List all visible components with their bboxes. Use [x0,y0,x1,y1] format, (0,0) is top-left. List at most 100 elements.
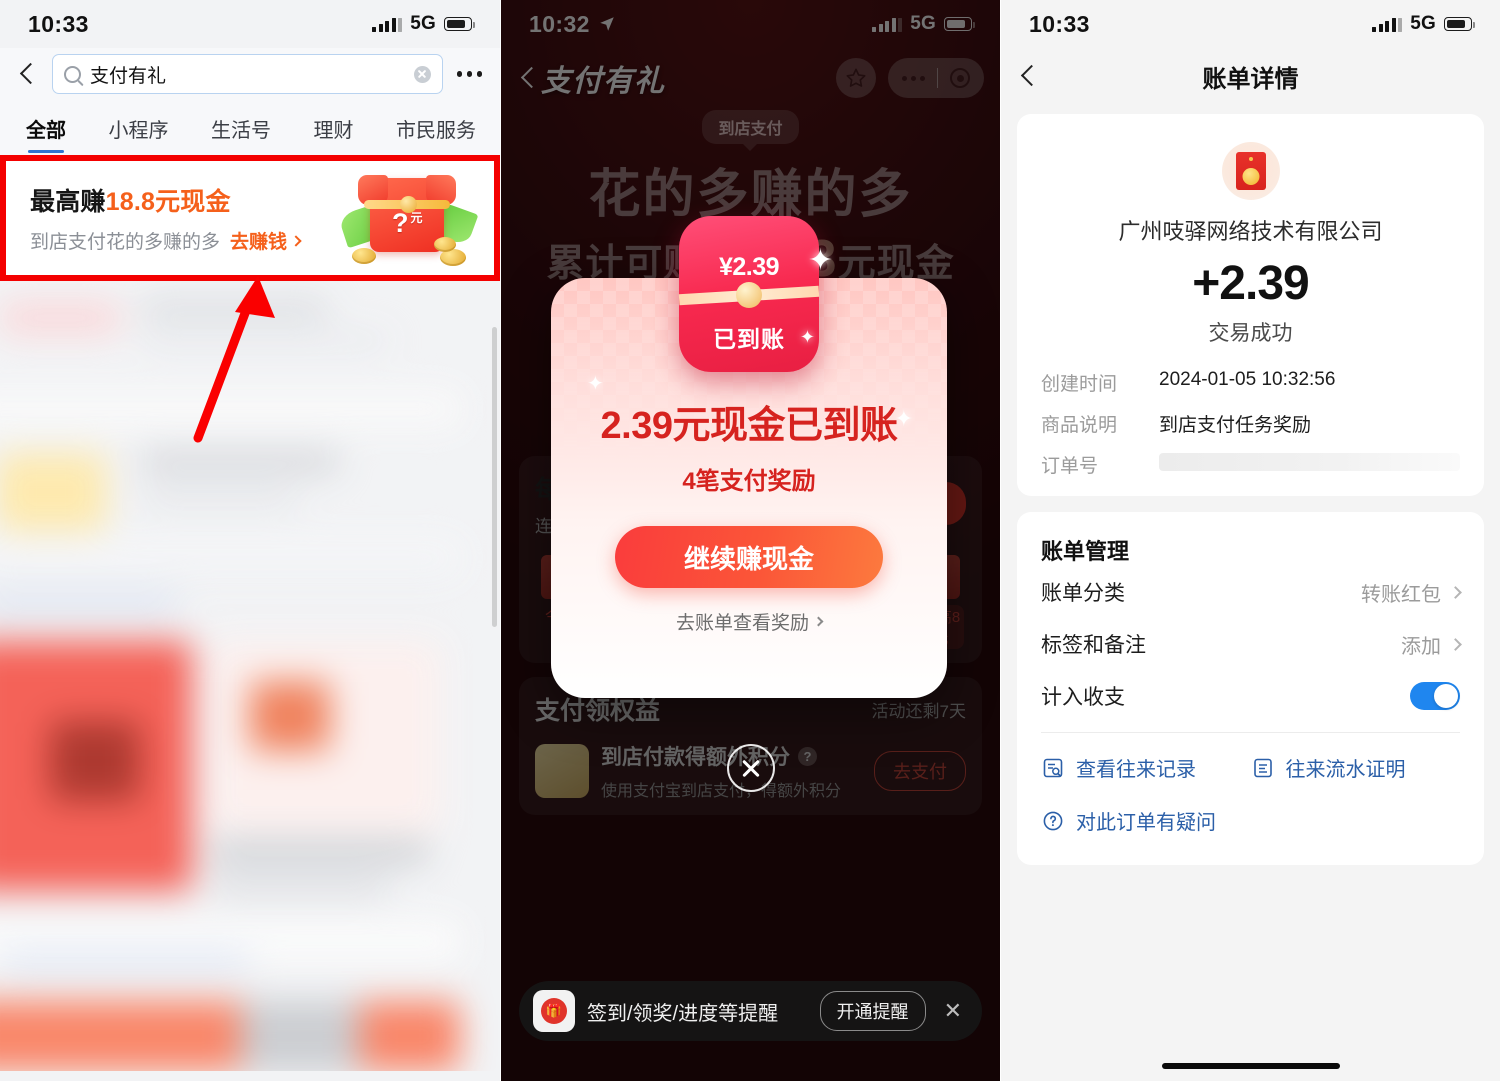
detail-row: 商品说明 到店支付任务奖励 [1041,410,1460,437]
row-bill-category[interactable]: 账单分类 转账红包 [1041,566,1462,618]
merchant-name: 广州吱驿网络技术有限公司 [1118,219,1383,244]
detail-row: 订单号 [1041,451,1460,478]
record-search-icon [1043,758,1063,777]
envelope-glyph [1235,152,1266,190]
promo-card-highlight: 最高赚18.8元现金 到店支付花的多赚的多 去赚钱 ? 元 [0,155,500,281]
panel-campaign-page: 10:32 5G 支付有礼 [500,0,1000,1081]
detail-key: 订单号 [1041,456,1099,477]
three-panel-screenshot: 10:33 5G 支付有礼 全部 小程序 生活号 理财 市民服务 最高赚18.8… [0,0,1500,1081]
detail-key: 创建时间 [1041,374,1118,395]
close-circle-icon[interactable] [726,744,775,792]
continue-earning-button[interactable]: 继续赚现金 [615,526,883,588]
status-bar: 10:33 5G [0,0,500,48]
modal-title: 2.39元现金已到账 [600,405,898,447]
home-indicator [1161,1063,1340,1069]
row-value-group: 转账红包 [1361,578,1462,607]
status-time: 10:33 [28,10,89,37]
scrollbar[interactable] [492,327,497,627]
search-input[interactable]: 支付有礼 [52,54,443,94]
blurred-content [0,281,500,1071]
close-icon[interactable]: ✕ [938,998,968,1024]
action-flow-certificate[interactable]: 往来流水证明 [1251,741,1461,794]
divider [1041,732,1460,733]
promo-card-subtitle-row: 到店支付花的多赚的多 去赚钱 [30,227,344,254]
red-envelope-icon: ? 元 [337,170,479,266]
toast-message: 签到/领奖/进度等提醒 [587,1002,779,1025]
panel-bill-detail: 10:33 5G 账单详情 广州吱驿网络技术有限公司 +2.39 交易成功 创建… [1000,0,1500,1081]
search-category-tabs: 全部 小程序 生活号 理财 市民服务 [0,104,500,155]
promo-card-text: 最高赚18.8元现金 到店支付花的多赚的多 去赚钱 [30,182,344,254]
merchant-avatar [1041,142,1460,200]
action-view-records[interactable]: 查看往来记录 [1041,741,1251,794]
row-value-group: 添加 [1401,630,1462,659]
network-label: 5G [1410,13,1436,34]
action-order-question[interactable]: 对此订单有疑问 [1041,794,1251,847]
page-title: 账单详情 [1202,65,1299,93]
badge-currency: ¥ [718,253,733,281]
detail-value: 到店支付任务奖励 [1159,415,1312,436]
promo-card-cta[interactable]: 去赚钱 [230,227,302,254]
row-tags-notes[interactable]: 标签和备注 添加 [1041,618,1462,670]
row-value-group [1410,682,1460,710]
detail-value-masked [1159,453,1460,471]
promo-card[interactable]: 最高赚18.8元现金 到店支付花的多赚的多 去赚钱 ? 元 [0,155,500,281]
reward-badge: ¥2.39 已到账 ✦ ✦ [678,216,833,372]
signal-icon [1372,17,1403,32]
bill-summary-card: 广州吱驿网络技术有限公司 +2.39 交易成功 创建时间 2024-01-05 … [1017,114,1484,496]
tab-civic-services[interactable]: 市民服务 [394,106,478,155]
search-bar-row: 支付有礼 [0,48,500,104]
detail-value: 2024-01-05 10:32:56 [1159,369,1336,390]
reward-modal: ¥2.39 已到账 ✦ ✦ ✦ ✦ 2.39元现金已到账 4笔支付奖励 继续赚现… [551,216,947,698]
badge-amount: ¥2.39 [718,242,780,284]
tab-lifestyle[interactable]: 生活号 [209,106,273,155]
detail-row: 创建时间 2024-01-05 10:32:56 [1041,369,1460,396]
blurred-results-list [0,281,500,1071]
tab-all[interactable]: 全部 [24,106,68,155]
status-indicators: 5G [1372,13,1476,35]
status-indicators: 5G [372,13,476,35]
row-label: 标签和备注 [1041,634,1146,657]
row-label: 账单分类 [1041,582,1125,605]
modal-subtitle: 4笔支付奖励 [682,468,816,495]
badge-label: 已到账 [713,326,785,352]
include-in-income-toggle[interactable] [1410,682,1460,710]
promo-card-title: 最高赚18.8元现金 [30,182,344,218]
signal-icon [372,17,403,32]
tab-finance[interactable]: 理财 [312,106,356,155]
row-value: 添加 [1401,635,1441,658]
promo-cta-label: 去赚钱 [230,232,288,253]
row-value: 转账红包 [1361,583,1441,606]
promo-title-prefix: 最高赚 [30,188,106,216]
more-dots-icon[interactable] [455,71,482,77]
promo-title-amount: 18.8元现金 [105,188,231,216]
status-badge: 交易成功 [1208,322,1293,345]
detail-key: 商品说明 [1041,415,1118,436]
status-time: 10:33 [1029,10,1090,37]
bill-action-links: 查看往来记录 往来流水证明 对此订单有疑问 [1041,741,1460,847]
enable-reminder-button[interactable]: 开通提醒 [819,991,926,1031]
coin-decor-1 [352,248,376,264]
envelope-unit: 元 [410,211,423,225]
view-bill-link[interactable]: 去账单查看奖励 [676,608,824,635]
sparkle-icon: ✦ [799,327,815,347]
status-bar: 10:33 5G [1001,0,1500,48]
question-circle-icon [1043,811,1063,830]
chevron-right-icon [1449,637,1462,651]
back-chevron-icon[interactable] [14,61,40,87]
row-label: 计入收支 [1041,686,1125,709]
search-input-value: 支付有礼 [90,65,167,87]
action-label: 往来流水证明 [1285,759,1406,781]
sparkle-icon: ✦ [807,244,833,277]
red-envelope-app-icon: 🎁 [533,990,575,1032]
envelope-q-text: ? [392,208,409,238]
clear-circle-icon[interactable] [413,65,431,83]
row-include-in-income[interactable]: 计入收支 [1041,670,1460,722]
battery-icon [1444,17,1476,31]
promo-card-subtitle: 到店支付花的多赚的多 [30,232,221,253]
action-label: 查看往来记录 [1076,759,1196,781]
chevron-right-icon [1449,585,1462,599]
management-title: 账单管理 [1041,539,1130,564]
chevron-right-icon [290,234,302,247]
tab-miniprogram[interactable]: 小程序 [107,106,171,155]
document-certificate-icon [1253,758,1272,777]
